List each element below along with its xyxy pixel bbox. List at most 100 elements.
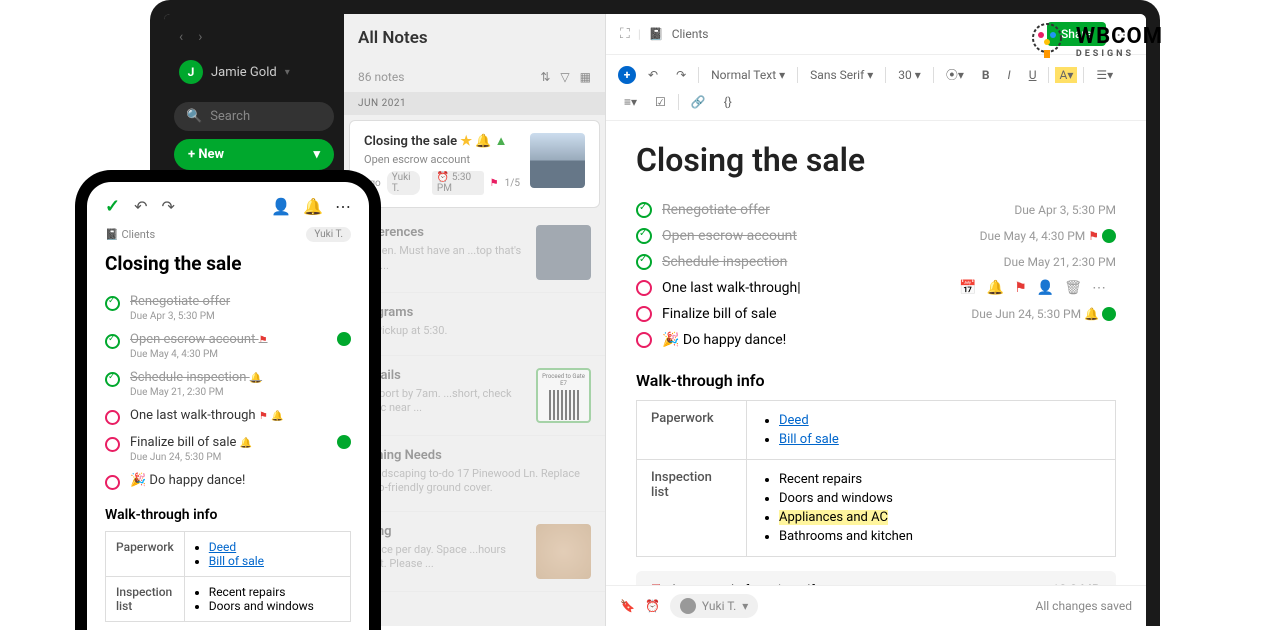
notebook-name[interactable]: Clients — [121, 228, 155, 241]
note-card[interactable]: ...aning Needs...landscaping to-do 17 Pi… — [344, 436, 605, 513]
nav-forward-icon[interactable]: › — [198, 29, 202, 45]
undo-icon[interactable]: ↶ — [642, 65, 664, 85]
chevron-down-icon: ▾ — [742, 599, 748, 613]
view-icon[interactable]: ▦ — [580, 70, 591, 84]
reminder-icon[interactable]: ⏰ — [645, 599, 660, 613]
undo-icon[interactable]: ↶ — [134, 197, 147, 216]
expand-icon[interactable]: ⛶ — [620, 26, 630, 42]
insert-button[interactable]: + — [618, 66, 636, 84]
task-checkbox[interactable] — [636, 332, 652, 348]
task-row[interactable]: Open escrow accountDue May 4, 4:30 PM ⚑ — [636, 223, 1116, 249]
underline-icon[interactable]: U — [1023, 65, 1043, 85]
redo-icon[interactable]: ↷ — [670, 65, 692, 85]
note-card[interactable]: ...ting...twice per day. Space ...hours … — [344, 512, 605, 592]
number-list-icon[interactable]: ≡▾ — [618, 92, 643, 112]
task-date: Due Apr 3, 5:30 PM — [1014, 203, 1116, 217]
task-checkbox[interactable] — [636, 228, 652, 244]
sort-icon[interactable]: ⇅ — [540, 70, 550, 84]
phone-title[interactable]: Closing the sale — [105, 252, 351, 275]
task-checkbox[interactable] — [636, 306, 652, 322]
task-text: Renegotiate offer — [662, 202, 1004, 218]
task-date: Due Jun 24, 5:30 PM 🔔 — [971, 307, 1116, 322]
filter-icon[interactable]: ▽ — [560, 70, 569, 84]
editor-pane: ⛶ | 📓 Clients Share ⋯ + ↶ ↷ Normal Text … — [606, 14, 1146, 626]
attachment[interactable]: ⎘ Last round of repairs.pdf 13.2 MB — [636, 571, 1116, 585]
bell-icon: 🔔 — [987, 280, 1004, 296]
editor-body[interactable]: Closing the sale Renegotiate offer Due Ap… — [606, 121, 1146, 585]
list-meta: 86 notes ⇅ ▽ ▦ — [344, 62, 605, 92]
task-row[interactable]: Finalize bill of sale 🔔Due Jun 24, 5:30 … — [105, 430, 351, 468]
list-header: All Notes — [344, 14, 605, 62]
task-row[interactable]: Schedule inspectionDue May 21, 2:30 PM — [636, 249, 1116, 275]
task-text: Finalize bill of sale — [662, 306, 961, 322]
calendar-icon: 📅 — [959, 280, 976, 296]
nav-back-icon[interactable]: ‹ — [179, 29, 183, 45]
task-checkbox[interactable] — [105, 437, 120, 452]
nav-arrows: ‹ › — [174, 24, 334, 50]
task-checkbox[interactable] — [636, 254, 652, 270]
redo-icon[interactable]: ↷ — [162, 197, 175, 216]
size-select[interactable]: 30 ▾ — [892, 65, 927, 85]
more-icon: ⋯ — [1092, 280, 1106, 296]
task-row[interactable]: Schedule inspection 🔔Due May 21, 2:30 PM — [105, 365, 351, 403]
task-text: One last walk-through| — [662, 280, 949, 296]
code-icon[interactable]: {} — [718, 92, 738, 112]
author-tag: Yuki T. — [306, 227, 351, 242]
tag-icon[interactable]: 🔖 — [620, 599, 635, 613]
note-card[interactable]: ...ograms... · Pickup at 5:30. — [344, 293, 605, 355]
phone-breadcrumb: 📓 Clients Yuki T. — [105, 227, 351, 242]
task-row[interactable]: 🎉 Do happy dance! — [636, 327, 1116, 353]
highlight-icon[interactable]: A▾ — [1055, 67, 1077, 83]
person-add-icon[interactable]: 👤 — [271, 197, 291, 216]
task-row[interactable]: Open escrow account ⚑Due May 4, 4:30 PM — [105, 327, 351, 365]
task-row[interactable]: 🎉 Do happy dance! — [105, 468, 351, 495]
task-row[interactable]: Renegotiate offerDue Apr 3, 5:30 PM — [105, 289, 351, 327]
task-checkbox[interactable] — [105, 372, 120, 387]
task-row[interactable]: One last walk-through ⚑ 🔔 — [105, 403, 351, 430]
breadcrumb[interactable]: ⛶ | 📓 Clients — [620, 26, 708, 42]
task-row[interactable]: Finalize bill of sale Due Jun 24, 5:30 PM… — [636, 301, 1116, 327]
task-checkbox[interactable] — [105, 475, 120, 490]
flag-icon: ⚑ — [1014, 280, 1027, 296]
task-checkbox[interactable] — [636, 202, 652, 218]
italic-icon[interactable]: I — [1002, 65, 1017, 85]
task-checkbox[interactable] — [105, 410, 120, 425]
phone-topbar: ✓ ↶ ↷ 👤 🔔 ⋯ — [105, 196, 351, 217]
save-status: All changes saved — [1036, 599, 1132, 613]
task-text: Schedule inspection — [662, 254, 994, 270]
user-badge[interactable]: J Jamie Gold ▾ — [174, 50, 334, 94]
author-chip[interactable]: Yuki T. ▾ — [670, 594, 758, 618]
task-row[interactable]: One last walk-through|📅🔔⚑👤🗑⋯ — [636, 275, 1116, 301]
notebook-icon: 📓 — [105, 228, 119, 241]
checklist-icon[interactable]: ☑ — [649, 92, 672, 112]
new-button[interactable]: + New ▾ — [174, 139, 334, 170]
phone-table: PaperworkDeedBill of saleInspection list… — [105, 531, 351, 622]
note-card[interactable]: Closing the sale ★ 🔔 ▲Open escrow accoun… — [349, 120, 600, 208]
note-card[interactable]: ...etails...airport by 7am. ...short, ch… — [344, 356, 605, 436]
note-title[interactable]: Closing the sale — [636, 141, 1116, 179]
search-input[interactable]: 🔍 Search — [174, 102, 334, 131]
font-select[interactable]: Sans Serif ▾ — [804, 65, 879, 85]
notes-count: 86 notes — [358, 70, 404, 84]
new-label: + New — [188, 147, 224, 162]
done-icon[interactable]: ✓ — [105, 196, 120, 217]
more-icon[interactable]: ⋯ — [335, 197, 351, 216]
task-date: Due May 4, 4:30 PM ⚑ — [980, 229, 1116, 244]
bold-icon[interactable]: B — [976, 65, 996, 85]
toolbar: + ↶ ↷ Normal Text ▾ Sans Serif ▾ 30 ▾ ⦿▾… — [606, 55, 1146, 121]
delete-icon: 🗑 — [1064, 280, 1082, 296]
task-checkbox[interactable] — [105, 296, 120, 311]
color-icon[interactable]: ⦿▾ — [940, 63, 970, 86]
style-select[interactable]: Normal Text ▾ — [705, 65, 791, 85]
search-placeholder: Search — [210, 109, 250, 124]
task-row[interactable]: Renegotiate offer Due Apr 3, 5:30 PM — [636, 197, 1116, 223]
task-checkbox[interactable] — [636, 280, 652, 296]
bullet-list-icon[interactable]: ☰▾ — [1090, 65, 1119, 85]
info-table: PaperworkDeedBill of saleInspection list… — [636, 400, 1116, 557]
notebook-icon: 📓 — [649, 27, 664, 41]
task-checkbox[interactable] — [105, 334, 120, 349]
note-card[interactable]: Referenceskitchen. Must have an ...top t… — [344, 213, 605, 293]
link-icon[interactable]: 🔗 — [685, 92, 712, 112]
notebook-name: Clients — [672, 27, 709, 41]
reminder-icon[interactable]: 🔔 — [303, 197, 323, 216]
